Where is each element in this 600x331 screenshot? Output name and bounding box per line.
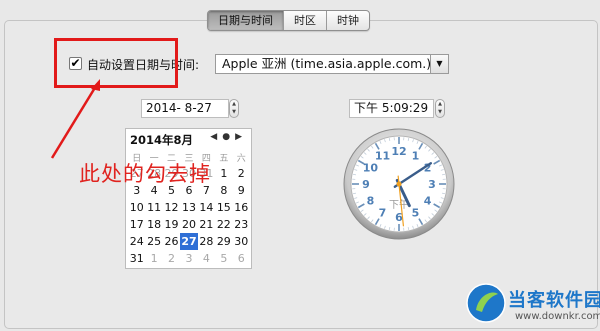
watermark-name: 当客软件园 bbox=[508, 290, 600, 311]
annotation-text: 此处的勾去掉 bbox=[79, 162, 211, 186]
watermark-logo-icon bbox=[466, 283, 506, 323]
watermark-url: www.downkr.com bbox=[515, 311, 600, 322]
